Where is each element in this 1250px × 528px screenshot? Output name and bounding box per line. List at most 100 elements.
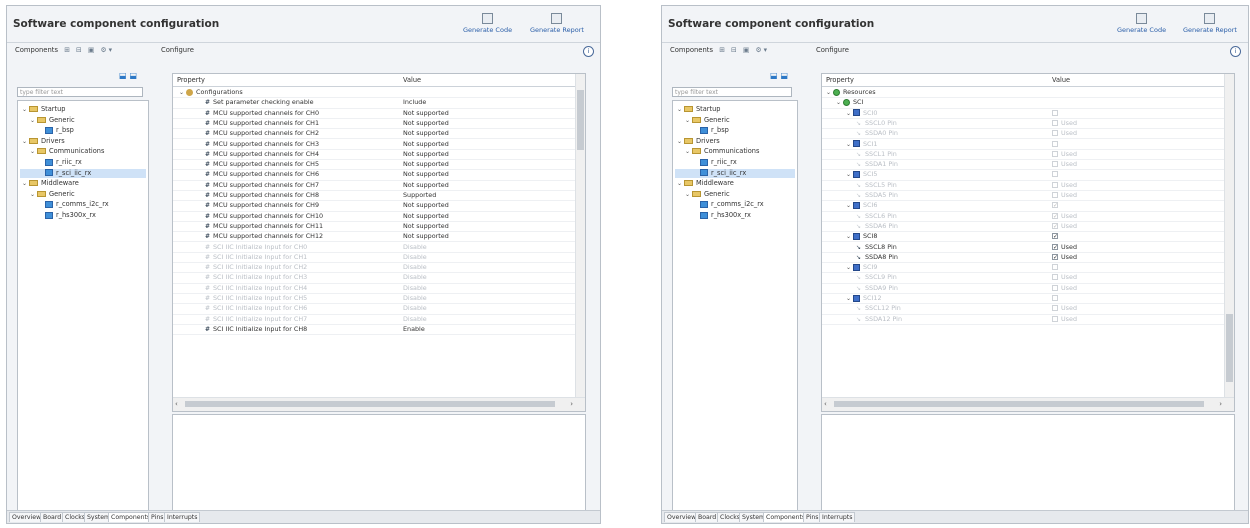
checkbox-checked[interactable]: ✓	[1052, 212, 1058, 219]
tab-overview[interactable]: Overview	[9, 512, 45, 522]
info-icon[interactable]: i	[583, 46, 594, 57]
tab-interrupts[interactable]: Interrupts	[819, 512, 856, 522]
tree-item[interactable]: ⌄ Drivers	[675, 137, 795, 146]
checkbox[interactable]	[1052, 140, 1058, 147]
value-cell[interactable]: Not supported	[403, 221, 449, 231]
checkbox[interactable]	[1052, 192, 1058, 198]
tree-item[interactable]: r_sci_iic_rx	[20, 168, 146, 178]
tab-board[interactable]: Board	[695, 512, 720, 522]
value-cell[interactable]: Disable	[403, 252, 427, 262]
value-cell[interactable]: Not supported	[403, 108, 449, 118]
checkbox[interactable]	[1052, 119, 1058, 126]
tree-item[interactable]: ⌄ Startup	[675, 105, 795, 114]
value-cell[interactable]: Not supported	[403, 139, 449, 149]
value-cell[interactable]: Not supported	[403, 200, 449, 210]
checkbox-checked[interactable]: ✓	[1052, 243, 1058, 250]
value-cell[interactable]: Disable	[403, 303, 427, 313]
checkbox-checked[interactable]: ✓	[1052, 253, 1058, 260]
filter-input[interactable]: type filter text	[672, 87, 792, 97]
checkbox-checked[interactable]: ✓	[1052, 233, 1058, 240]
tab-interrupts[interactable]: Interrupts	[164, 512, 201, 522]
horizontal-scrollbar[interactable]: ‹ ›	[173, 397, 585, 411]
value-cell[interactable]: Not supported	[403, 180, 449, 190]
generate-code-button[interactable]: Generate Code	[463, 13, 512, 34]
value-cell[interactable]: Not supported	[403, 159, 449, 169]
scroll-thumb[interactable]	[577, 90, 584, 150]
value-cell[interactable]: Disable	[403, 272, 427, 282]
checkbox[interactable]	[1052, 305, 1058, 312]
add-component-icon[interactable]: ⬓⬓	[770, 71, 791, 80]
expand-arrow-icon[interactable]: ⌄	[677, 105, 684, 114]
tree-item[interactable]: r_hs300x_rx	[20, 211, 146, 220]
tree-item[interactable]: r_hs300x_rx	[675, 211, 795, 220]
checkbox[interactable]	[1052, 150, 1058, 157]
value-cell[interactable]: Not supported	[403, 149, 449, 159]
tree-item[interactable]: ⌄ Communications	[20, 147, 146, 156]
expand-arrow-icon[interactable]: ⌄	[22, 137, 29, 146]
tree-item[interactable]: ⌄ Middleware	[20, 179, 146, 188]
value-cell[interactable]: Not supported	[403, 118, 449, 128]
horizontal-scrollbar[interactable]: ‹ ›	[822, 397, 1234, 411]
tree-item[interactable]: r_bsp	[675, 126, 795, 135]
hscroll-thumb[interactable]	[834, 401, 1204, 407]
tree-item[interactable]: ⌄ Generic	[20, 116, 146, 125]
value-cell[interactable]: Not supported	[403, 128, 449, 138]
tree-item[interactable]: ⌄ Generic	[20, 190, 146, 199]
tree-item[interactable]: r_riic_rx	[20, 158, 146, 167]
scroll-thumb[interactable]	[1226, 314, 1233, 382]
tree-item[interactable]: r_bsp	[20, 126, 146, 135]
generate-report-button[interactable]: Generate Report	[530, 13, 584, 34]
components-toolbar-icons[interactable]: ⊞ ⊟ ▣ ⚙▾	[719, 46, 769, 54]
expand-arrow-icon[interactable]: ⌄	[22, 105, 29, 114]
value-cell[interactable]: Supported	[403, 190, 436, 200]
table-row[interactable]: ↘ SSDA12 Pin Used	[822, 314, 1225, 325]
vertical-scrollbar[interactable]	[575, 74, 585, 398]
expand-arrow-icon[interactable]: ⌄	[677, 137, 684, 146]
tree-item[interactable]: r_comms_i2c_rx	[20, 200, 146, 209]
tab-components[interactable]: Components	[763, 512, 809, 522]
tab-board[interactable]: Board	[40, 512, 65, 522]
checkbox[interactable]	[1052, 274, 1058, 281]
expand-arrow-icon[interactable]: ⌄	[677, 179, 684, 188]
filter-input[interactable]: type filter text	[17, 87, 143, 97]
value-cell[interactable]: Disable	[403, 262, 427, 272]
checkbox[interactable]	[1052, 284, 1058, 291]
generate-code-button[interactable]: Generate Code	[1117, 13, 1166, 34]
checkbox[interactable]	[1052, 109, 1058, 116]
checkbox[interactable]	[1052, 315, 1058, 322]
vertical-scrollbar[interactable]	[1224, 74, 1234, 398]
value-cell[interactable]: Not supported	[403, 211, 449, 221]
value-cell[interactable]: Disable	[403, 283, 427, 293]
tree-item[interactable]: r_sci_iic_rx	[675, 168, 795, 178]
tree-item[interactable]: ⌄ Communications	[675, 147, 795, 156]
tree-item[interactable]: r_comms_i2c_rx	[675, 200, 795, 209]
tree-item[interactable]: ⌄ Generic	[675, 190, 795, 199]
generate-report-button[interactable]: Generate Report	[1183, 13, 1237, 34]
components-toolbar-icons[interactable]: ⊞ ⊟ ▣ ⚙▾	[64, 46, 114, 54]
checkbox[interactable]	[1052, 161, 1058, 168]
value-cell[interactable]: Disable	[403, 293, 427, 303]
scroll-left-icon[interactable]: ‹	[175, 400, 178, 408]
tree-item[interactable]: r_riic_rx	[675, 158, 795, 167]
value-cell[interactable]: Disable	[403, 314, 427, 324]
checkbox[interactable]	[1052, 171, 1058, 178]
expand-arrow-icon[interactable]: ⌄	[30, 190, 37, 199]
value-cell[interactable]: Not supported	[403, 231, 449, 241]
checkbox[interactable]	[1052, 181, 1058, 188]
value-cell[interactable]: Not supported	[403, 169, 449, 179]
tree-item[interactable]: ⌄ Generic	[675, 116, 795, 125]
tree-item[interactable]: ⌄ Middleware	[675, 179, 795, 188]
checkbox[interactable]	[1052, 130, 1058, 137]
info-icon[interactable]: i	[1230, 46, 1241, 57]
tree-item[interactable]: ⌄ Drivers	[20, 137, 146, 146]
expand-arrow-icon[interactable]: ⌄	[30, 116, 37, 125]
expand-arrow-icon[interactable]: ⌄	[685, 190, 692, 199]
expand-arrow-icon[interactable]: ⌄	[22, 179, 29, 188]
scroll-right-icon[interactable]: ›	[570, 400, 573, 408]
checkbox[interactable]	[1052, 295, 1058, 301]
value-cell[interactable]: Enable	[403, 324, 425, 334]
expand-arrow-icon[interactable]: ⌄	[685, 147, 692, 156]
add-component-icon[interactable]: ⬓⬓	[119, 71, 140, 80]
tree-item[interactable]: ⌄ Startup	[20, 105, 146, 114]
tab-components[interactable]: Components	[108, 512, 154, 522]
